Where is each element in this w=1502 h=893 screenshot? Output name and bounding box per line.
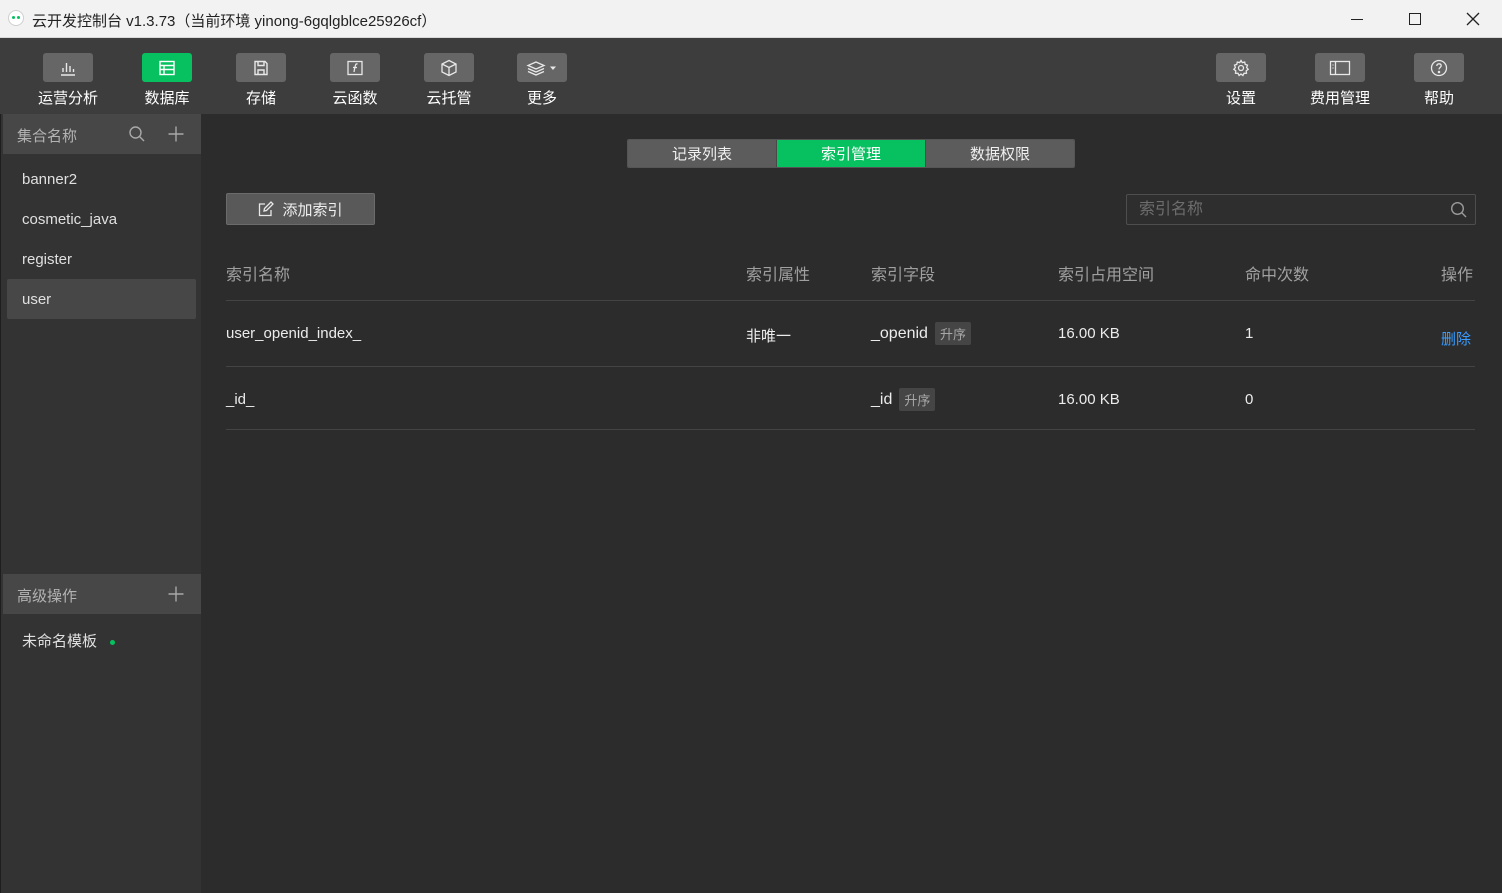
index-hits: 0 [1245, 391, 1254, 408]
toolbar-more-button[interactable]: 更多 [502, 53, 582, 108]
minimize-button[interactable] [1328, 0, 1386, 38]
gear-icon [1232, 58, 1250, 77]
collection-item[interactable]: banner2 [7, 159, 196, 199]
toolbar-storage-button[interactable]: 存储 [221, 53, 301, 108]
main-toolbar: 运营分析 数据库 存储 云函数 云托管 更多 设置 费用管理 帮助 [0, 38, 1502, 114]
collections-header: 集合名称 [3, 114, 201, 154]
edit-icon [259, 201, 275, 217]
template-item[interactable]: 未命名模板 [22, 630, 97, 651]
index-attribute: 非唯一 [746, 328, 792, 345]
index-search-field[interactable] [1126, 194, 1476, 225]
billing-icon [1329, 60, 1351, 75]
toolbar-cloud-hosting-button[interactable]: 云托管 [409, 53, 489, 108]
maximize-button[interactable] [1386, 0, 1444, 38]
title-bar: 云开发控制台 v1.3.73（当前环境 yinong-6gqlgblce2592… [0, 0, 1502, 38]
collections-sidebar: 集合名称 banner2 cosmetic_java register user… [0, 114, 201, 893]
column-header-hits: 命中次数 [1245, 267, 1310, 284]
bar-chart-icon [61, 62, 75, 76]
search-collection-button[interactable] [127, 124, 147, 144]
index-field: _openid 升序 [871, 322, 971, 345]
view-tabs: 记录列表 索引管理 数据权限 [627, 139, 1075, 168]
help-icon [1430, 59, 1448, 76]
column-header-field: 索引字段 [871, 267, 936, 284]
add-template-button[interactable] [166, 584, 186, 604]
column-header-name: 索引名称 [226, 267, 291, 284]
minimize-icon [1351, 18, 1363, 20]
close-icon [1466, 12, 1480, 26]
toolbar-analytics-button[interactable]: 运营分析 [28, 53, 108, 108]
toolbar-settings-button[interactable]: 设置 [1201, 53, 1281, 108]
column-header-attribute: 索引属性 [746, 267, 811, 284]
plus-icon [168, 586, 184, 602]
add-collection-button[interactable] [166, 124, 186, 144]
divider [226, 300, 1475, 301]
tab-index-management[interactable]: 索引管理 [777, 140, 926, 167]
collection-item-active[interactable]: user [7, 279, 196, 319]
search-icon [129, 126, 145, 142]
layers-dropdown-icon [526, 60, 556, 76]
toolbar-database-button[interactable]: 数据库 [127, 53, 207, 108]
toolbar-functions-button[interactable]: 云函数 [315, 53, 395, 108]
index-management-panel: 记录列表 索引管理 数据权限 添加索引 索引名称 索引属性 索引字段 索引占用空… [201, 114, 1502, 893]
app-logo-icon [8, 10, 24, 26]
box-icon [441, 59, 457, 76]
toolbar-help-button[interactable]: 帮助 [1399, 53, 1479, 108]
delete-index-link[interactable]: 删除 [1441, 328, 1471, 349]
index-size: 16.00 KB [1058, 391, 1120, 408]
search-icon [1449, 200, 1469, 220]
index-field: _id 升序 [871, 388, 936, 411]
close-button[interactable] [1444, 0, 1502, 38]
index-size: 16.00 KB [1058, 325, 1120, 342]
index-name: user_openid_index_ [226, 325, 362, 342]
window-title: 云开发控制台 v1.3.73（当前环境 yinong-6gqlgblce2592… [32, 13, 437, 30]
divider [226, 429, 1475, 430]
unsaved-dot-icon [110, 640, 115, 645]
index-search-input[interactable] [1139, 200, 1439, 220]
tab-records[interactable]: 记录列表 [628, 140, 777, 167]
plus-icon [168, 126, 184, 142]
collection-item[interactable]: register [7, 239, 196, 279]
function-icon [347, 60, 363, 75]
sort-order-badge: 升序 [934, 322, 971, 345]
add-index-button[interactable]: 添加索引 [226, 193, 375, 225]
sort-order-badge: 升序 [899, 388, 936, 411]
database-icon [159, 60, 175, 75]
column-header-size: 索引占用空间 [1058, 267, 1155, 284]
advanced-operations-header: 高级操作 [3, 574, 201, 614]
divider [226, 366, 1475, 367]
maximize-icon [1409, 13, 1421, 25]
save-icon [254, 60, 268, 75]
toolbar-billing-button[interactable]: 费用管理 [1300, 53, 1380, 108]
index-hits: 1 [1245, 325, 1254, 342]
index-name: _id_ [226, 391, 255, 408]
collection-item[interactable]: cosmetic_java [7, 199, 196, 239]
tab-permissions[interactable]: 数据权限 [926, 140, 1074, 167]
column-header-actions: 操作 [1441, 267, 1474, 284]
